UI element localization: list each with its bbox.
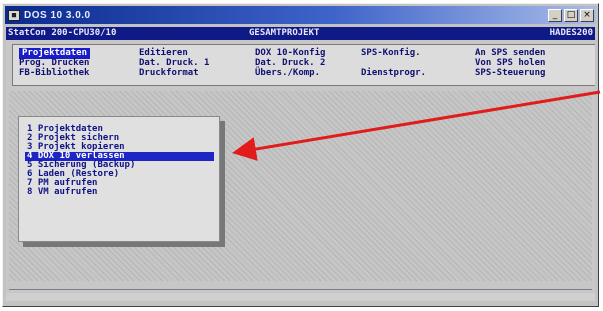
annotation-arrow [232, 90, 601, 161]
arrow-line [232, 90, 601, 161]
